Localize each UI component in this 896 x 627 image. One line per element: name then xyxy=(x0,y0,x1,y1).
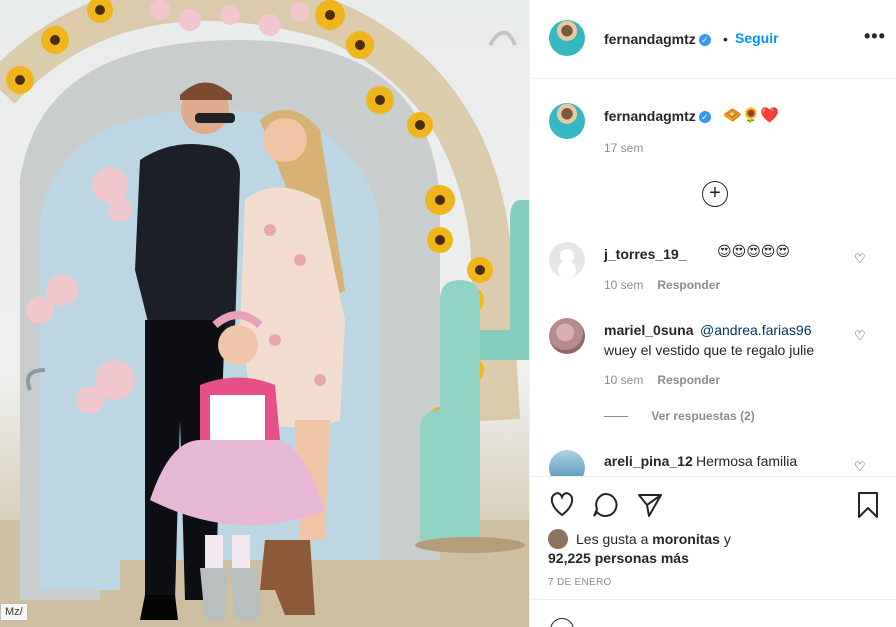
save-bookmark-icon[interactable] xyxy=(856,491,880,524)
comment-bubble-icon[interactable] xyxy=(591,491,619,524)
like-heart-icon[interactable] xyxy=(548,491,576,522)
post-date: 7 DE ENERO xyxy=(548,577,612,588)
comment-meta: 10 sem Responder xyxy=(604,278,720,292)
reply-button[interactable]: Responder xyxy=(657,278,720,292)
caption-text: 🧇🌻❤️ xyxy=(723,107,780,124)
post-side-panel: fernandagmtz ✓ • Seguir ••• fernandagmtz ✓… xyxy=(529,0,896,627)
comment-meta: 10 sem Responder xyxy=(604,373,720,387)
photo-watermark: Mz/ xyxy=(0,603,28,621)
likes-count[interactable]: 92,225 personas más xyxy=(548,550,689,566)
load-more-comments-button[interactable]: + xyxy=(702,181,728,207)
author-username-text[interactable]: fernandagmtz xyxy=(604,31,696,47)
post-photo-illustration xyxy=(0,0,529,627)
emoji-picker-icon[interactable] xyxy=(550,618,574,627)
follow-button[interactable]: Seguir xyxy=(735,30,779,46)
caption-time: 17 sem xyxy=(604,141,644,155)
post-header: fernandagmtz ✓ • Seguir ••• xyxy=(530,0,896,79)
likes-joiner: y xyxy=(723,531,731,547)
caption-avatar[interactable] xyxy=(549,103,585,139)
comment-like-heart-icon[interactable]: ♡ xyxy=(854,459,866,475)
liker-avatar[interactable] xyxy=(548,529,568,549)
more-options-icon[interactable]: ••• xyxy=(864,26,886,47)
likes-summary: Les gusta a moronitas y 92,225 personas … xyxy=(548,529,731,568)
share-send-icon[interactable] xyxy=(636,491,664,524)
verified-badge-icon: ✓ xyxy=(698,111,711,123)
comment-mention-link[interactable]: @andrea.farias96 xyxy=(700,322,812,338)
comment-time: 10 sem xyxy=(604,373,644,387)
verified-badge-icon: ✓ xyxy=(698,34,711,46)
commenter-username[interactable]: areli_pina_12 xyxy=(604,453,693,469)
commenter-avatar[interactable] xyxy=(549,318,585,354)
caption-username[interactable]: fernandagmtz ✓ xyxy=(604,108,711,124)
commenter-username[interactable]: j_torres_19_ xyxy=(604,246,687,262)
comment-like-heart-icon[interactable]: ♡ xyxy=(854,328,866,344)
author-avatar[interactable] xyxy=(549,20,585,56)
comment-text: 😍😍😍😍😍 xyxy=(717,243,790,259)
comment-text: Hermosa familia xyxy=(696,453,798,469)
liker-username[interactable]: moronitas xyxy=(652,531,720,547)
separator-dot: • xyxy=(723,31,728,47)
commenter-username[interactable]: mariel_0suna xyxy=(604,322,694,338)
comment-text: wuey el vestido que te regalo julie xyxy=(604,342,815,358)
author-username[interactable]: fernandagmtz ✓ xyxy=(604,31,711,47)
view-replies-button[interactable]: Ver respuestas (2) xyxy=(604,409,754,423)
likes-prefix: Les gusta a xyxy=(576,531,649,547)
post-photo[interactable]: Mz/ xyxy=(0,0,529,627)
view-replies-label[interactable]: Ver respuestas (2) xyxy=(651,409,754,423)
comment-like-heart-icon[interactable]: ♡ xyxy=(854,251,866,267)
commenter-avatar[interactable] xyxy=(549,242,585,278)
reply-button[interactable]: Responder xyxy=(657,373,720,387)
add-comment-bar[interactable] xyxy=(530,599,896,627)
caption-username-text[interactable]: fernandagmtz xyxy=(604,108,696,124)
post-actions-bar: Les gusta a moronitas y 92,225 personas … xyxy=(530,476,896,627)
comment-time: 10 sem xyxy=(604,278,644,292)
